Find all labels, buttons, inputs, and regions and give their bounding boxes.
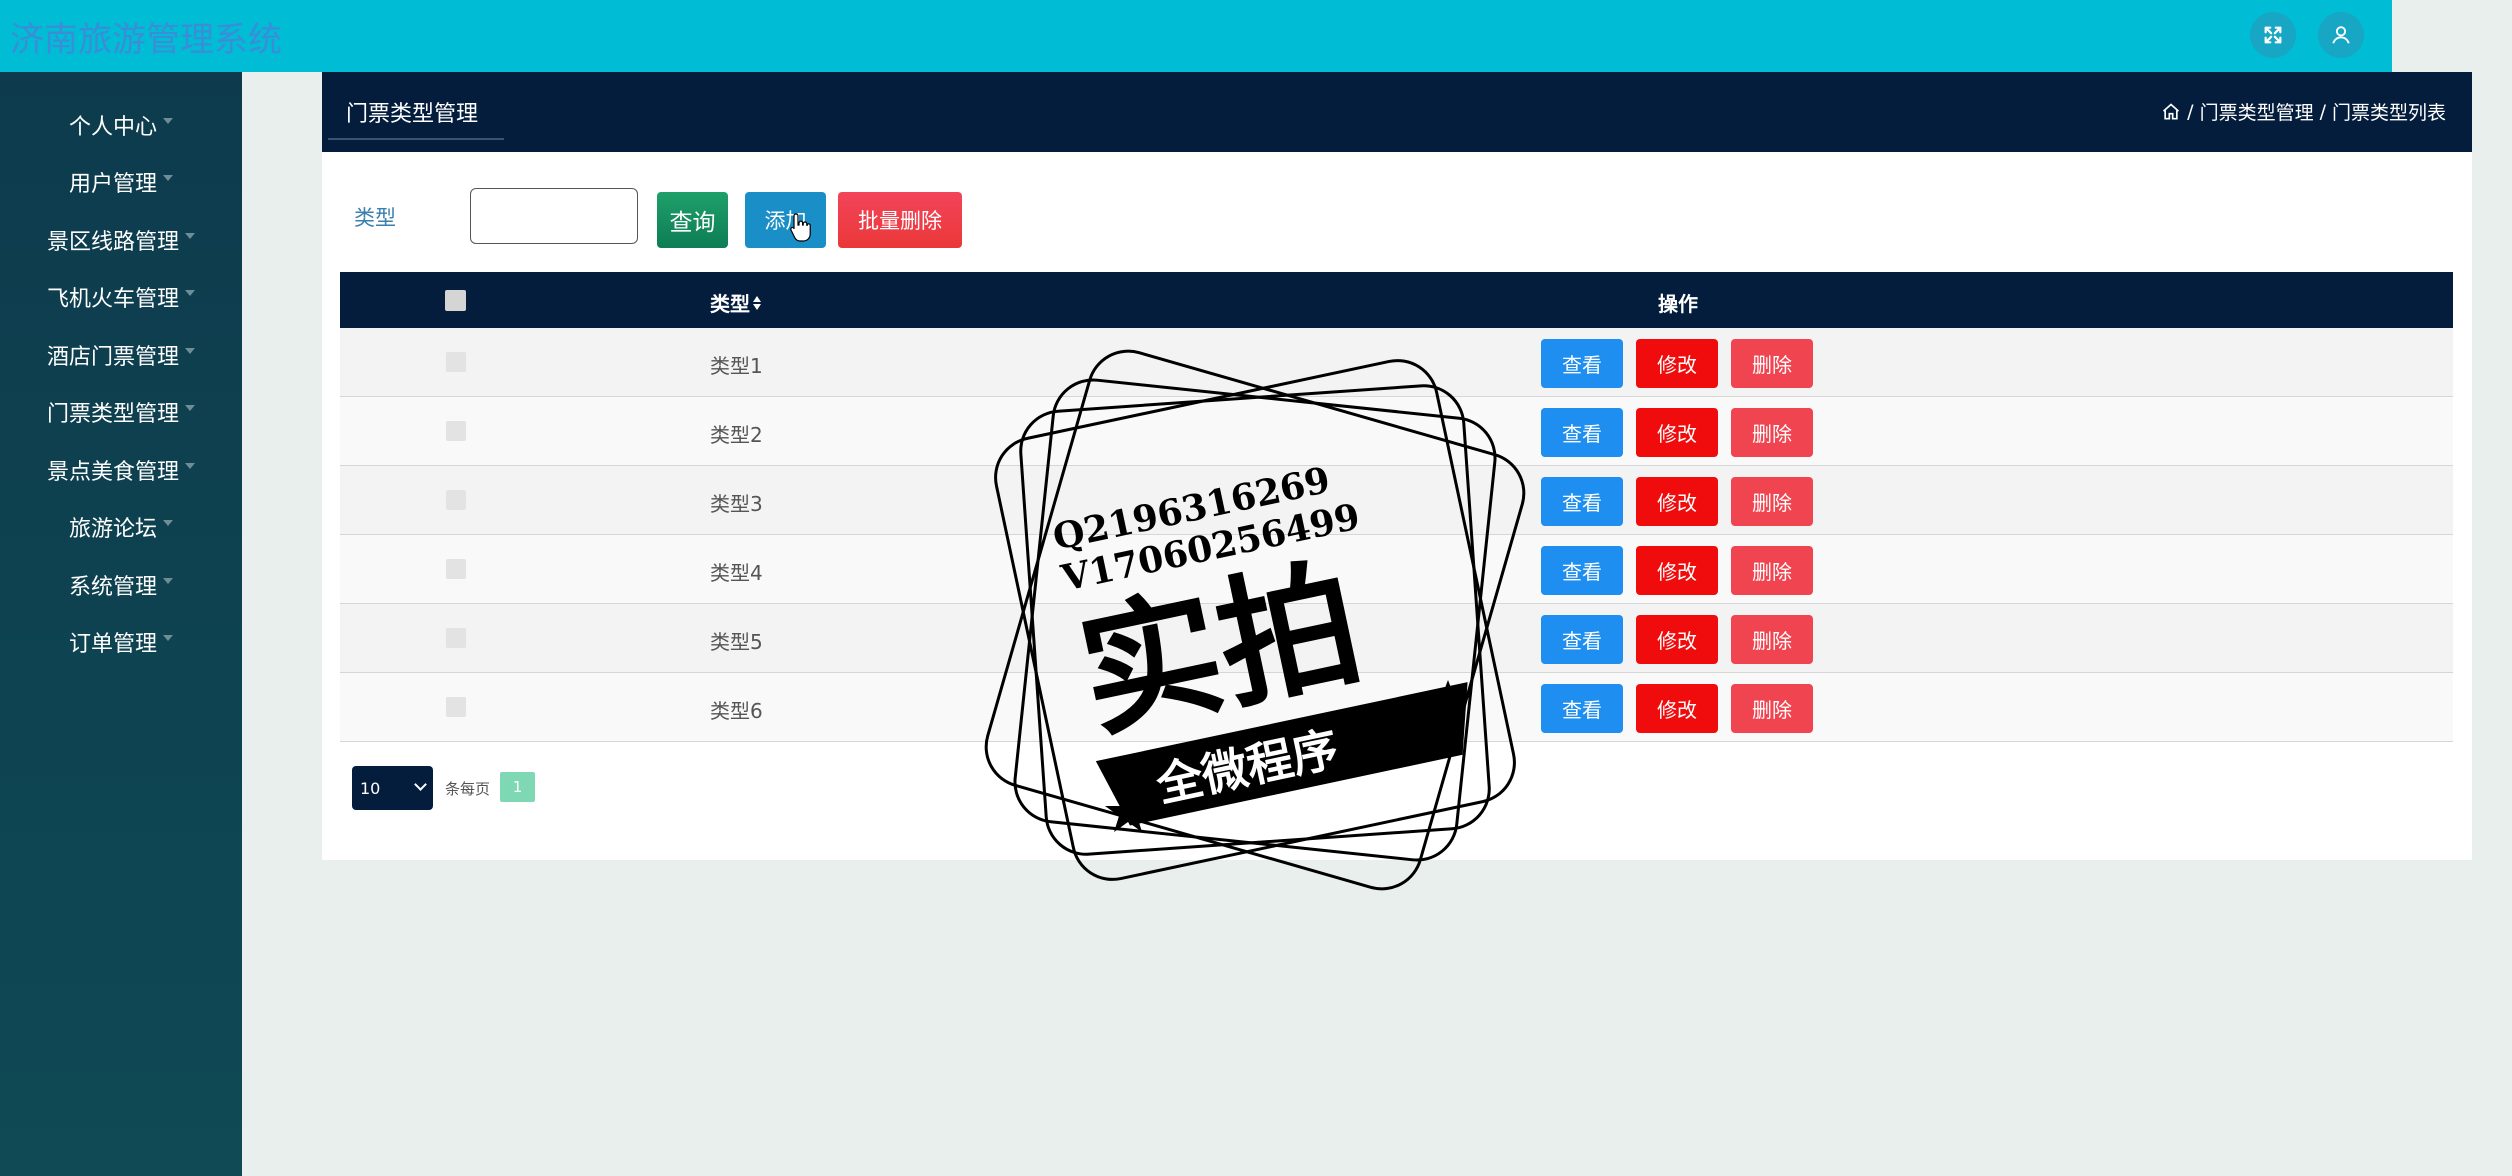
chevron-down-icon	[185, 463, 195, 469]
edit-button[interactable]: 修改	[1636, 615, 1718, 664]
breadcrumb-sep: /	[2319, 100, 2326, 123]
sidebar-item-personal-center[interactable]: 个人中心	[0, 97, 242, 153]
column-header-ops: 操作	[1658, 292, 1698, 316]
tab-underline	[328, 138, 504, 140]
user-icon[interactable]	[2318, 12, 2364, 58]
sidebar-item-hotel-tickets[interactable]: 酒店门票管理	[0, 327, 242, 383]
edit-button[interactable]: 修改	[1636, 477, 1718, 526]
query-button[interactable]: 查询	[657, 192, 728, 248]
chevron-down-icon	[414, 778, 427, 791]
sidebar-item-label: 订单管理	[68, 632, 157, 657]
sidebar-item-label: 飞机火车管理	[46, 287, 179, 312]
search-label: 类型	[354, 206, 396, 230]
row-checkbox[interactable]	[446, 559, 466, 579]
per-page-label: 条每页	[445, 780, 491, 798]
type-search-input[interactable]	[470, 188, 638, 244]
column-header-label: 类型	[710, 292, 750, 316]
sidebar-item-label: 系统管理	[68, 575, 157, 600]
chevron-down-icon	[185, 233, 195, 239]
cell-type: 类型1	[710, 354, 763, 378]
delete-button[interactable]: 删除	[1731, 684, 1813, 733]
watermark-stamp: Q2196316269 V17060256499 实拍 全微程序	[984, 349, 1526, 891]
chevron-down-icon	[185, 405, 195, 411]
tab-ticket-types[interactable]: 门票类型管理	[346, 96, 478, 128]
breadcrumb-level2: 门票类型列表	[2331, 102, 2446, 124]
view-button[interactable]: 查看	[1541, 615, 1623, 664]
row-checkbox[interactable]	[446, 421, 466, 441]
row-checkbox[interactable]	[446, 490, 466, 510]
view-button[interactable]: 查看	[1541, 408, 1623, 457]
select-all-checkbox[interactable]	[445, 290, 466, 311]
sidebar-item-users[interactable]: 用户管理	[0, 154, 242, 210]
fullscreen-icon[interactable]	[2250, 12, 2296, 58]
home-icon[interactable]	[2161, 102, 2181, 122]
breadcrumb-sep: /	[2187, 100, 2194, 123]
delete-button[interactable]: 删除	[1731, 615, 1813, 664]
sidebar-item-food[interactable]: 景点美食管理	[0, 442, 242, 498]
column-header-type[interactable]: 类型	[710, 288, 762, 317]
sidebar-item-label: 酒店门票管理	[46, 345, 179, 370]
sidebar-item-ticket-types[interactable]: 门票类型管理	[0, 384, 242, 440]
chevron-down-icon	[163, 578, 173, 584]
hand-cursor-icon	[790, 213, 811, 242]
sidebar-item-label: 旅游论坛	[68, 517, 157, 542]
edit-button[interactable]: 修改	[1636, 408, 1718, 457]
sidebar-item-label: 景区线路管理	[46, 230, 179, 255]
chevron-down-icon	[185, 290, 195, 296]
batch-delete-button[interactable]: 批量删除	[838, 192, 962, 248]
sidebar-item-scenic-routes[interactable]: 景区线路管理	[0, 212, 242, 268]
delete-button[interactable]: 删除	[1731, 339, 1813, 388]
chevron-down-icon	[163, 635, 173, 641]
chevron-down-icon	[185, 348, 195, 354]
add-button[interactable]: 添加	[745, 192, 826, 248]
sidebar-item-orders[interactable]: 订单管理	[0, 614, 242, 670]
cell-type: 类型3	[710, 492, 763, 516]
view-button[interactable]: 查看	[1541, 477, 1623, 526]
sidebar-item-flights-trains[interactable]: 飞机火车管理	[0, 269, 242, 325]
breadcrumb: / 门票类型管理 / 门票类型列表	[2161, 98, 2446, 125]
sidebar: 个人中心 用户管理 景区线路管理 飞机火车管理 酒店门票管理 门票类型管理 景点…	[0, 72, 242, 1176]
app-title: 济南旅游管理系统	[10, 20, 282, 60]
sidebar-item-label: 个人中心	[68, 115, 157, 140]
table-header: 类型 操作	[340, 272, 2453, 328]
row-checkbox[interactable]	[446, 352, 466, 372]
sidebar-item-label: 景点美食管理	[46, 460, 179, 485]
edit-button[interactable]: 修改	[1636, 546, 1718, 595]
row-checkbox[interactable]	[446, 628, 466, 648]
page-size-value: 10	[360, 778, 381, 798]
breadcrumb-level1[interactable]: 门票类型管理	[2200, 98, 2314, 125]
delete-button[interactable]: 删除	[1731, 546, 1813, 595]
view-button[interactable]: 查看	[1541, 684, 1623, 733]
panel-header: 门票类型管理 / 门票类型管理 / 门票类型列表	[322, 72, 2472, 152]
sidebar-item-label: 用户管理	[68, 172, 157, 197]
sort-icon[interactable]	[752, 295, 762, 311]
edit-button[interactable]: 修改	[1636, 684, 1718, 733]
cell-type: 类型2	[710, 423, 763, 447]
sidebar-item-system[interactable]: 系统管理	[0, 557, 242, 613]
top-bar: 济南旅游管理系统	[0, 0, 2392, 72]
chevron-down-icon	[163, 520, 173, 526]
row-checkbox[interactable]	[446, 697, 466, 717]
page-number-button[interactable]: 1	[500, 772, 535, 802]
cell-type: 类型5	[710, 630, 763, 654]
delete-button[interactable]: 删除	[1731, 408, 1813, 457]
cell-type: 类型6	[710, 699, 763, 723]
view-button[interactable]: 查看	[1541, 546, 1623, 595]
sidebar-item-label: 门票类型管理	[46, 402, 179, 427]
edit-button[interactable]: 修改	[1636, 339, 1718, 388]
delete-button[interactable]: 删除	[1731, 477, 1813, 526]
chevron-down-icon	[163, 175, 173, 181]
view-button[interactable]: 查看	[1541, 339, 1623, 388]
chevron-down-icon	[163, 118, 173, 124]
cell-type: 类型4	[710, 561, 763, 585]
page-size-select[interactable]: 10	[352, 766, 433, 810]
sidebar-item-forum[interactable]: 旅游论坛	[0, 499, 242, 555]
